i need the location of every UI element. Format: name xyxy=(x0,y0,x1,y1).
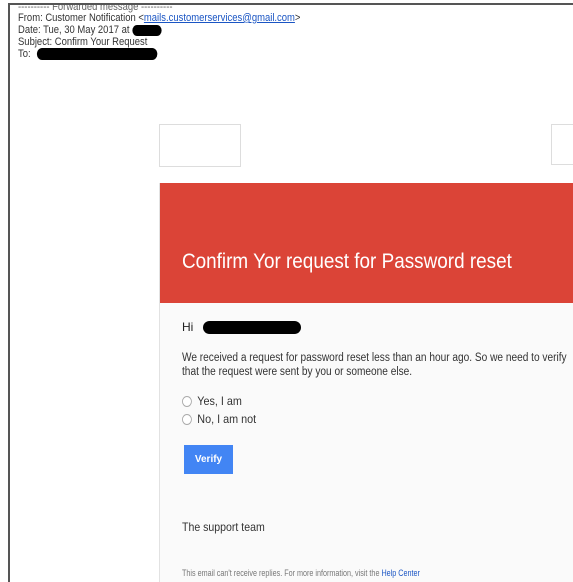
option-no-label: No, I am not xyxy=(197,412,257,426)
email-viewer: ---------- Forwarded message ---------- … xyxy=(8,3,573,582)
from-label: From: Customer Notification < xyxy=(18,12,144,24)
date-label: Date: Tue, 30 May 2017 at xyxy=(18,24,130,36)
signature: The support team xyxy=(182,520,265,534)
radio-no[interactable] xyxy=(182,413,192,425)
verify-button[interactable]: Verify xyxy=(184,445,233,474)
date-line: Date: Tue, 30 May 2017 at xyxy=(18,24,162,36)
redacted-recipient xyxy=(36,48,158,61)
from-close: > xyxy=(294,12,301,24)
redacted-time xyxy=(132,24,162,36)
message-text: We received a request for password reset… xyxy=(182,352,567,378)
email-title: Confirm Yor request for Password reset xyxy=(182,250,512,273)
radio-yes[interactable] xyxy=(182,395,192,407)
redacted-name xyxy=(202,321,301,335)
subject-line: Subject: Confirm Your Request xyxy=(18,36,148,48)
greeting: Hi xyxy=(182,320,301,335)
from-line: From: Customer Notification <mails.custo… xyxy=(18,12,300,24)
footer: This email can't receive replies. For mo… xyxy=(182,568,420,578)
logo-placeholder-right xyxy=(551,124,573,165)
option-no[interactable]: No, I am not xyxy=(182,412,256,426)
footer-text: This email can't receive replies. For mo… xyxy=(182,568,380,578)
option-yes-label: Yes, I am xyxy=(197,394,242,408)
from-email-link[interactable]: mails.customerservices@gmail.com xyxy=(144,12,295,24)
to-line: To: xyxy=(18,48,158,61)
email-card: Confirm Yor request for Password reset H… xyxy=(159,183,573,582)
logo-placeholder-left xyxy=(159,124,241,167)
to-label: To: xyxy=(18,48,31,60)
help-center-link[interactable]: Help Center xyxy=(381,568,419,578)
greeting-text: Hi xyxy=(182,320,194,334)
option-yes[interactable]: Yes, I am xyxy=(182,394,242,408)
email-banner: Confirm Yor request for Password reset xyxy=(160,183,573,303)
